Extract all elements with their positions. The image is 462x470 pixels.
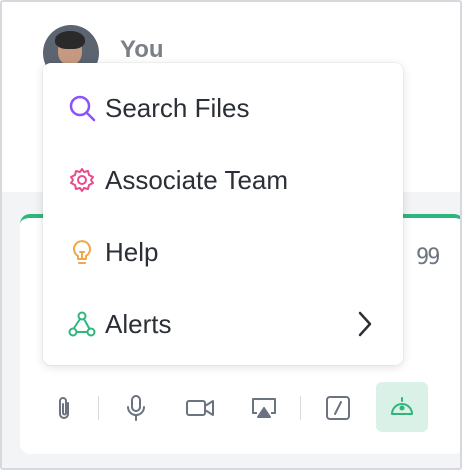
user-name: You: [120, 36, 164, 63]
menu-item-alerts[interactable]: Alerts: [43, 288, 403, 360]
menu-item-help[interactable]: Help: [43, 216, 403, 288]
gear-icon: [67, 165, 97, 195]
lightbulb-icon: [67, 237, 97, 267]
slash-command-icon[interactable]: [316, 384, 360, 432]
bot-icon[interactable]: [376, 382, 428, 432]
paperclip-icon[interactable]: [42, 384, 86, 432]
screen-share-icon[interactable]: [242, 384, 286, 432]
video-camera-icon[interactable]: [178, 384, 222, 432]
microphone-icon[interactable]: [114, 384, 158, 432]
menu-item-label: Help: [105, 236, 159, 267]
search-icon: [67, 93, 97, 123]
webhook-icon: [67, 309, 97, 339]
menu-item-label: Search Files: [105, 92, 250, 123]
quote-icon[interactable]: 99: [416, 245, 440, 270]
menu-item-associate-team[interactable]: Associate Team: [43, 144, 403, 216]
app-frame: You 99 Search Files Associate Team Help …: [0, 0, 462, 470]
chevron-right-icon: [355, 310, 375, 343]
toolbar-divider: [300, 396, 301, 420]
menu-item-label: Alerts: [105, 308, 172, 339]
toolbar-divider: [98, 396, 99, 420]
menu-item-label: Associate Team: [105, 164, 289, 195]
composer-toolbar: [42, 382, 442, 432]
menu-item-search-files[interactable]: Search Files: [43, 72, 403, 144]
attachment-menu: Search Files Associate Team Help Alerts: [43, 63, 403, 365]
